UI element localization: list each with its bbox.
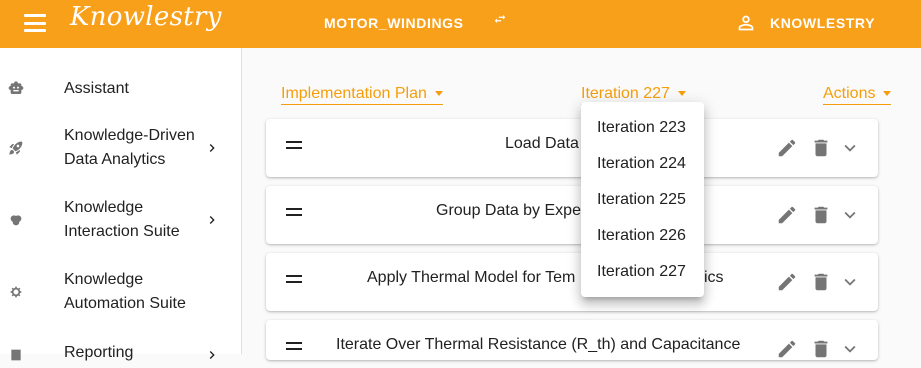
sidebar-item-label-line1: Knowledge xyxy=(64,271,144,288)
user-name[interactable]: KNOWLESTRY xyxy=(770,15,875,31)
expand-icon[interactable] xyxy=(839,137,861,159)
top-app-bar: Knowlestry MOTOR_WINDINGS KNOWLESTRY xyxy=(0,0,921,48)
sidebar: Assistant Knowledge-Driven Data Analytic… xyxy=(0,48,242,361)
sidebar-item-label-line2: Automation Suite xyxy=(64,295,186,312)
edit-icon[interactable] xyxy=(776,271,798,293)
user-icon[interactable] xyxy=(735,12,757,34)
actions-label: Actions xyxy=(823,85,876,102)
delete-icon[interactable] xyxy=(810,338,832,360)
sidebar-item-label-line1: Knowledge xyxy=(64,199,144,216)
menu-icon[interactable] xyxy=(24,14,46,32)
sidebar-item-label-line2: Data Analytics xyxy=(64,151,166,168)
implementation-plan-label: Implementation Plan xyxy=(281,85,427,102)
step-card[interactable]: Group Data by Expe xyxy=(266,186,878,244)
menu-item-iteration[interactable]: Iteration 227 xyxy=(581,254,704,290)
expand-icon[interactable] xyxy=(839,204,861,226)
actions-dropdown[interactable]: Actions xyxy=(823,84,892,105)
implementation-plan-dropdown[interactable]: Implementation Plan xyxy=(281,84,443,105)
step-card[interactable]: Load Data xyxy=(266,119,878,177)
chevron-right-icon xyxy=(209,144,215,152)
chevron-right-icon xyxy=(209,216,215,224)
caret-down-icon xyxy=(677,91,686,97)
app-logo[interactable]: Knowlestry xyxy=(70,2,222,32)
menu-item-iteration[interactable]: Iteration 224 xyxy=(581,146,704,182)
sidebar-item-label: Assistant xyxy=(64,80,129,97)
rocket-icon xyxy=(9,141,23,155)
sidebar-item-assistant[interactable]: Assistant xyxy=(0,68,241,108)
step-card[interactable]: Apply Thermal Model for Tem ics xyxy=(266,253,878,311)
sidebar-item-label-line1: Knowledge-Driven xyxy=(64,127,195,144)
edit-icon[interactable] xyxy=(776,137,798,159)
step-title-tail: ics xyxy=(704,269,724,286)
step-card[interactable]: Iterate Over Thermal Resistance (R_th) a… xyxy=(266,320,878,360)
edit-icon[interactable] xyxy=(776,338,798,360)
swap-icon[interactable] xyxy=(493,12,507,26)
chevron-right-icon xyxy=(209,351,215,359)
drag-handle-icon[interactable] xyxy=(286,141,302,149)
sidebar-item-label: Knowledge Automation Suite xyxy=(64,268,186,316)
project-name[interactable]: MOTOR_WINDINGS xyxy=(324,15,464,31)
brain-icon xyxy=(10,215,22,226)
iteration-label: Iteration 227 xyxy=(581,85,670,102)
edit-icon[interactable] xyxy=(776,204,798,226)
gear-icon xyxy=(10,286,22,298)
expand-icon[interactable] xyxy=(839,338,861,360)
sidebar-item-data-analytics[interactable]: Knowledge-Driven Data Analytics xyxy=(0,122,241,174)
delete-icon[interactable] xyxy=(810,137,832,159)
robot-icon xyxy=(8,81,24,94)
sidebar-item-label: Knowledge Interaction Suite xyxy=(64,196,180,244)
sidebar-item-label: Reporting xyxy=(64,344,134,361)
menu-item-iteration[interactable]: Iteration 225 xyxy=(581,182,704,218)
drag-handle-icon[interactable] xyxy=(286,275,302,283)
report-icon xyxy=(11,349,21,361)
drag-handle-icon[interactable] xyxy=(286,342,302,350)
menu-item-iteration[interactable]: Iteration 226 xyxy=(581,218,704,254)
expand-icon[interactable] xyxy=(839,271,861,293)
iteration-menu: Iteration 223 Iteration 224 Iteration 22… xyxy=(581,102,704,297)
delete-icon[interactable] xyxy=(810,271,832,293)
sidebar-item-automation-suite[interactable]: Knowledge Automation Suite xyxy=(0,266,241,318)
caret-down-icon xyxy=(883,91,892,97)
sidebar-item-reporting[interactable]: Reporting xyxy=(0,338,241,368)
sidebar-item-label: Knowledge-Driven Data Analytics xyxy=(64,124,195,172)
drag-handle-icon[interactable] xyxy=(286,208,302,216)
sidebar-item-interaction-suite[interactable]: Knowledge Interaction Suite xyxy=(0,194,241,246)
delete-icon[interactable] xyxy=(810,204,832,226)
caret-down-icon xyxy=(434,91,443,97)
step-title: Iterate Over Thermal Resistance (R_th) a… xyxy=(336,336,741,353)
sidebar-item-label-line2: Interaction Suite xyxy=(64,223,180,240)
menu-item-iteration[interactable]: Iteration 223 xyxy=(581,110,704,146)
